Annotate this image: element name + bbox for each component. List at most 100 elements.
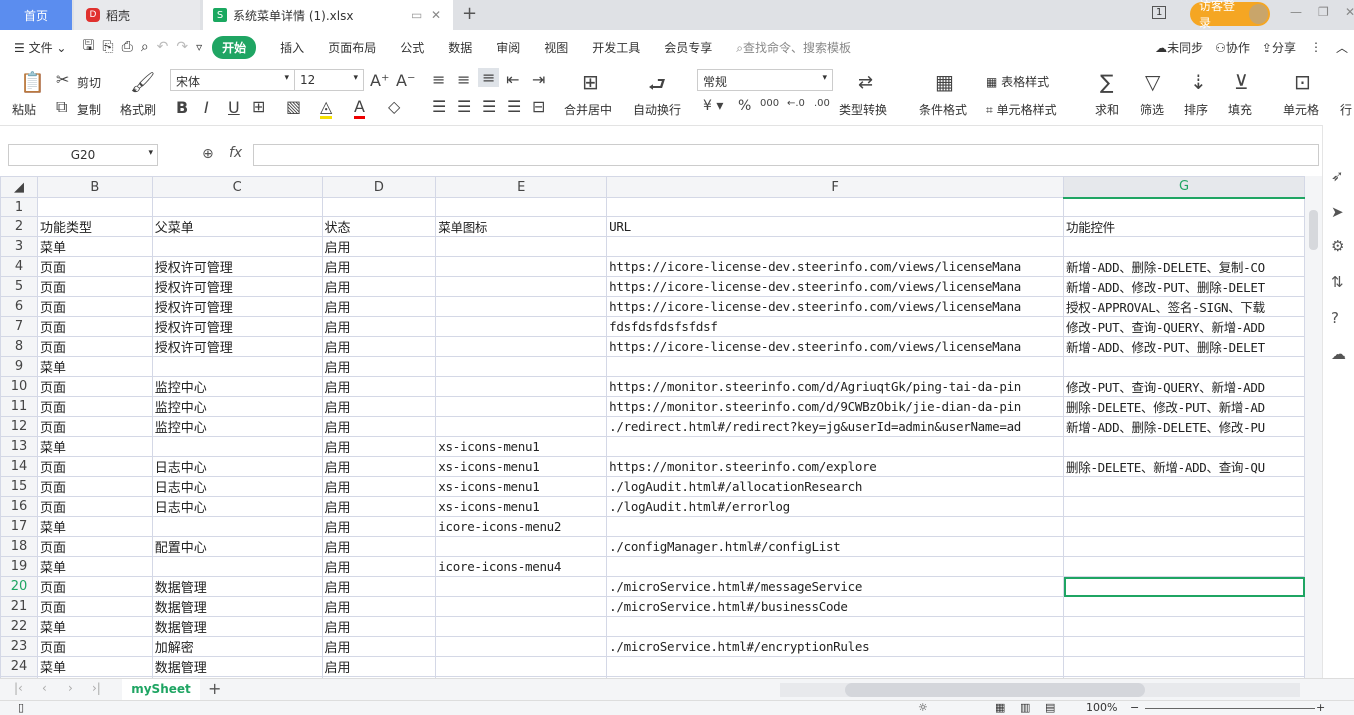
cell-B15[interactable]: 页面: [36, 476, 153, 497]
cell-G10[interactable]: 修改-PUT、查询-QUERY、新增-ADD: [1063, 376, 1305, 397]
cell-G20[interactable]: [1063, 576, 1305, 597]
row-header[interactable]: 14: [0, 456, 38, 477]
decrease-decimal-icon[interactable]: .00: [814, 98, 830, 109]
cell-B4[interactable]: 页面: [36, 256, 153, 277]
tab-developer[interactable]: 开发工具: [580, 39, 652, 56]
fill-icon[interactable]: ⊻: [1234, 70, 1249, 94]
cell-F3[interactable]: [606, 236, 1065, 257]
last-sheet-icon[interactable]: ›|: [92, 681, 101, 695]
align-top-icon[interactable]: ≡: [432, 70, 445, 89]
cut-button[interactable]: 剪切: [77, 74, 101, 91]
table-style-button[interactable]: ▦ 表格样式: [986, 73, 1049, 90]
cell-E12[interactable]: [435, 416, 608, 437]
type-convert-button[interactable]: 类型转换: [839, 101, 887, 118]
cell-E16[interactable]: xs-icons-menu1: [435, 496, 608, 517]
cell-C3[interactable]: [151, 236, 323, 257]
row-header[interactable]: 10: [0, 376, 38, 397]
cell-B12[interactable]: 页面: [36, 416, 153, 437]
horizontal-scroll-thumb[interactable]: [845, 683, 1145, 697]
wrap-text-button[interactable]: 自动换行: [633, 101, 681, 118]
wrap-icon[interactable]: ⮐: [648, 70, 666, 104]
cell-B1[interactable]: [36, 197, 153, 217]
login-button[interactable]: 访客登录: [1190, 0, 1270, 30]
next-sheet-icon[interactable]: ›: [68, 681, 73, 695]
outdent-icon[interactable]: ⇤: [506, 70, 519, 89]
cell-B7[interactable]: 页面: [36, 316, 153, 337]
cell-C12[interactable]: 监控中心: [151, 416, 323, 437]
cell-B22[interactable]: 菜单: [36, 616, 153, 637]
zoom-slider[interactable]: [1145, 708, 1315, 709]
justify-icon[interactable]: ☰: [507, 97, 521, 116]
row-header[interactable]: 24: [0, 656, 38, 677]
tab-formula[interactable]: 公式: [388, 39, 436, 56]
tab-daoke[interactable]: D 稻壳: [74, 0, 200, 30]
cell-D16[interactable]: 启用: [321, 496, 437, 517]
cell-C14[interactable]: 日志中心: [151, 456, 323, 477]
eye-protect-icon[interactable]: ☼: [918, 701, 928, 714]
help-icon[interactable]: ?: [1331, 309, 1339, 327]
sheet-tab-mysheet[interactable]: mySheet: [122, 679, 200, 701]
cell-C23[interactable]: 加解密: [151, 636, 323, 657]
cell-F23[interactable]: ./microService.html#/encryptionRules: [606, 636, 1065, 657]
row-header[interactable]: 6: [0, 296, 38, 317]
cell-E1[interactable]: [435, 197, 608, 217]
normal-view-icon[interactable]: ▦: [995, 701, 1005, 714]
cell-G15[interactable]: [1063, 476, 1305, 497]
tab-home[interactable]: 首页: [0, 0, 72, 30]
cell-F20[interactable]: ./microService.html#/messageService: [606, 576, 1065, 597]
cell-C11[interactable]: 监控中心: [151, 396, 323, 417]
cell-G19[interactable]: [1063, 556, 1305, 577]
cell-G3[interactable]: [1063, 236, 1305, 257]
collapse-ribbon-icon[interactable]: ︿: [1330, 39, 1354, 56]
row-header[interactable]: 22: [0, 616, 38, 637]
cell-B18[interactable]: 页面: [36, 536, 153, 557]
first-sheet-icon[interactable]: |‹: [14, 681, 23, 695]
cell-E9[interactable]: [435, 356, 608, 377]
cell-F2[interactable]: URL: [606, 216, 1065, 237]
cell-C22[interactable]: 数据管理: [151, 616, 323, 637]
cell-C15[interactable]: 日志中心: [151, 476, 323, 497]
cell-B20[interactable]: 页面: [36, 576, 153, 597]
row-header[interactable]: 16: [0, 496, 38, 517]
cell-C20[interactable]: 数据管理: [151, 576, 323, 597]
cell-B24[interactable]: 菜单: [36, 656, 153, 677]
sync-button[interactable]: ☁未同步: [1149, 39, 1209, 56]
sort-icon[interactable]: ⇣: [1190, 70, 1207, 94]
prev-sheet-icon[interactable]: ‹: [42, 681, 47, 695]
increase-font-icon[interactable]: A⁺: [370, 71, 389, 90]
tab-data[interactable]: 数据: [436, 39, 484, 56]
cell-F6[interactable]: https://icore-license-dev.steerinfo.com/…: [606, 296, 1065, 317]
cell-G23[interactable]: [1063, 636, 1305, 657]
cell-C5[interactable]: 授权许可管理: [151, 276, 323, 297]
cell-D24[interactable]: 启用: [321, 656, 437, 677]
cell-F18[interactable]: ./configManager.html#/configList: [606, 536, 1065, 557]
pin-icon[interactable]: ▭: [411, 8, 422, 22]
cell-E18[interactable]: [435, 536, 608, 557]
cell-C18[interactable]: 配置中心: [151, 536, 323, 557]
cell-D18[interactable]: 启用: [321, 536, 437, 557]
row-button[interactable]: 行: [1340, 101, 1352, 118]
cell-F5[interactable]: https://icore-license-dev.steerinfo.com/…: [606, 276, 1065, 297]
sort-button[interactable]: 排序: [1184, 101, 1208, 118]
cell-B16[interactable]: 页面: [36, 496, 153, 517]
cell-E15[interactable]: xs-icons-menu1: [435, 476, 608, 497]
cell-icon[interactable]: ⊡: [1294, 70, 1311, 94]
cell-E7[interactable]: [435, 316, 608, 337]
cell-F22[interactable]: [606, 616, 1065, 637]
quick-access-dropdown-icon[interactable]: ▿: [192, 40, 206, 54]
row-header[interactable]: 19: [0, 556, 38, 577]
cell-C17[interactable]: [151, 516, 323, 537]
cell-E22[interactable]: [435, 616, 608, 637]
currency-icon[interactable]: ¥ ▾: [703, 98, 723, 114]
print-icon[interactable]: ⎙: [118, 39, 137, 55]
cell-G21[interactable]: [1063, 596, 1305, 617]
cell-D23[interactable]: 启用: [321, 636, 437, 657]
cell-F12[interactable]: ./redirect.html#/redirect?key=jg&userId=…: [606, 416, 1065, 437]
tab-page-layout[interactable]: 页面布局: [316, 39, 388, 56]
backup-icon[interactable]: ☁: [1331, 345, 1346, 363]
cell-C4[interactable]: 授权许可管理: [151, 256, 323, 277]
format-painter-icon[interactable]: 🖌: [130, 70, 155, 94]
cell-D6[interactable]: 启用: [321, 296, 437, 317]
cell-F15[interactable]: ./logAudit.html#/allocationResearch: [606, 476, 1065, 497]
settings-sliders-icon[interactable]: ⚙: [1331, 237, 1344, 255]
